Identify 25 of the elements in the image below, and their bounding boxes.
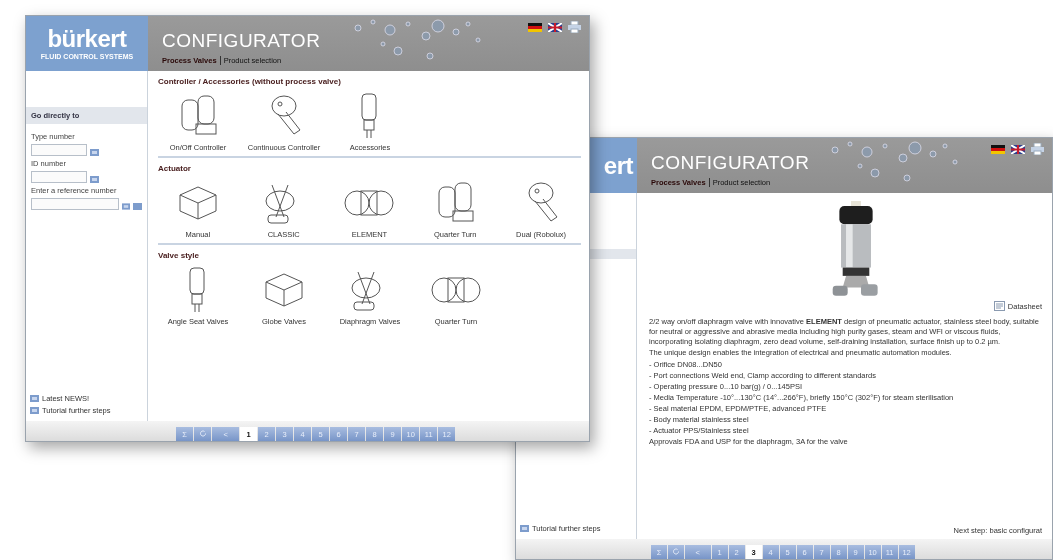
print-icon[interactable] [568,21,581,33]
input-field[interactable] [31,198,119,210]
input-field[interactable] [31,144,87,156]
flag-icon[interactable] [1011,144,1025,154]
go-icon[interactable] [90,149,99,156]
refresh-button[interactable] [668,545,684,559]
app-title: CONFIGURATOR [162,30,322,52]
link-icon[interactable] [520,525,529,532]
go-icon[interactable] [90,176,99,183]
section-heading: Controller / Accessories (without process valve) [158,77,342,86]
refresh-icon [672,547,680,555]
refresh-icon [198,429,207,437]
input-field[interactable] [31,171,87,183]
section-heading: Actuator [158,164,192,173]
print-icon[interactable] [1031,143,1044,155]
flag-icon[interactable] [528,22,542,32]
document-icon[interactable] [993,301,1005,311]
go-icon[interactable] [122,203,130,210]
section-heading: Valve style [158,251,200,260]
flag-icon[interactable] [548,22,562,32]
logo[interactable]: bürkert [47,27,127,51]
app-title: CONFIGURATOR [651,152,811,174]
flag-icon[interactable] [991,144,1005,154]
logo[interactable]: ert [603,153,633,178]
refresh-button[interactable] [194,427,211,441]
